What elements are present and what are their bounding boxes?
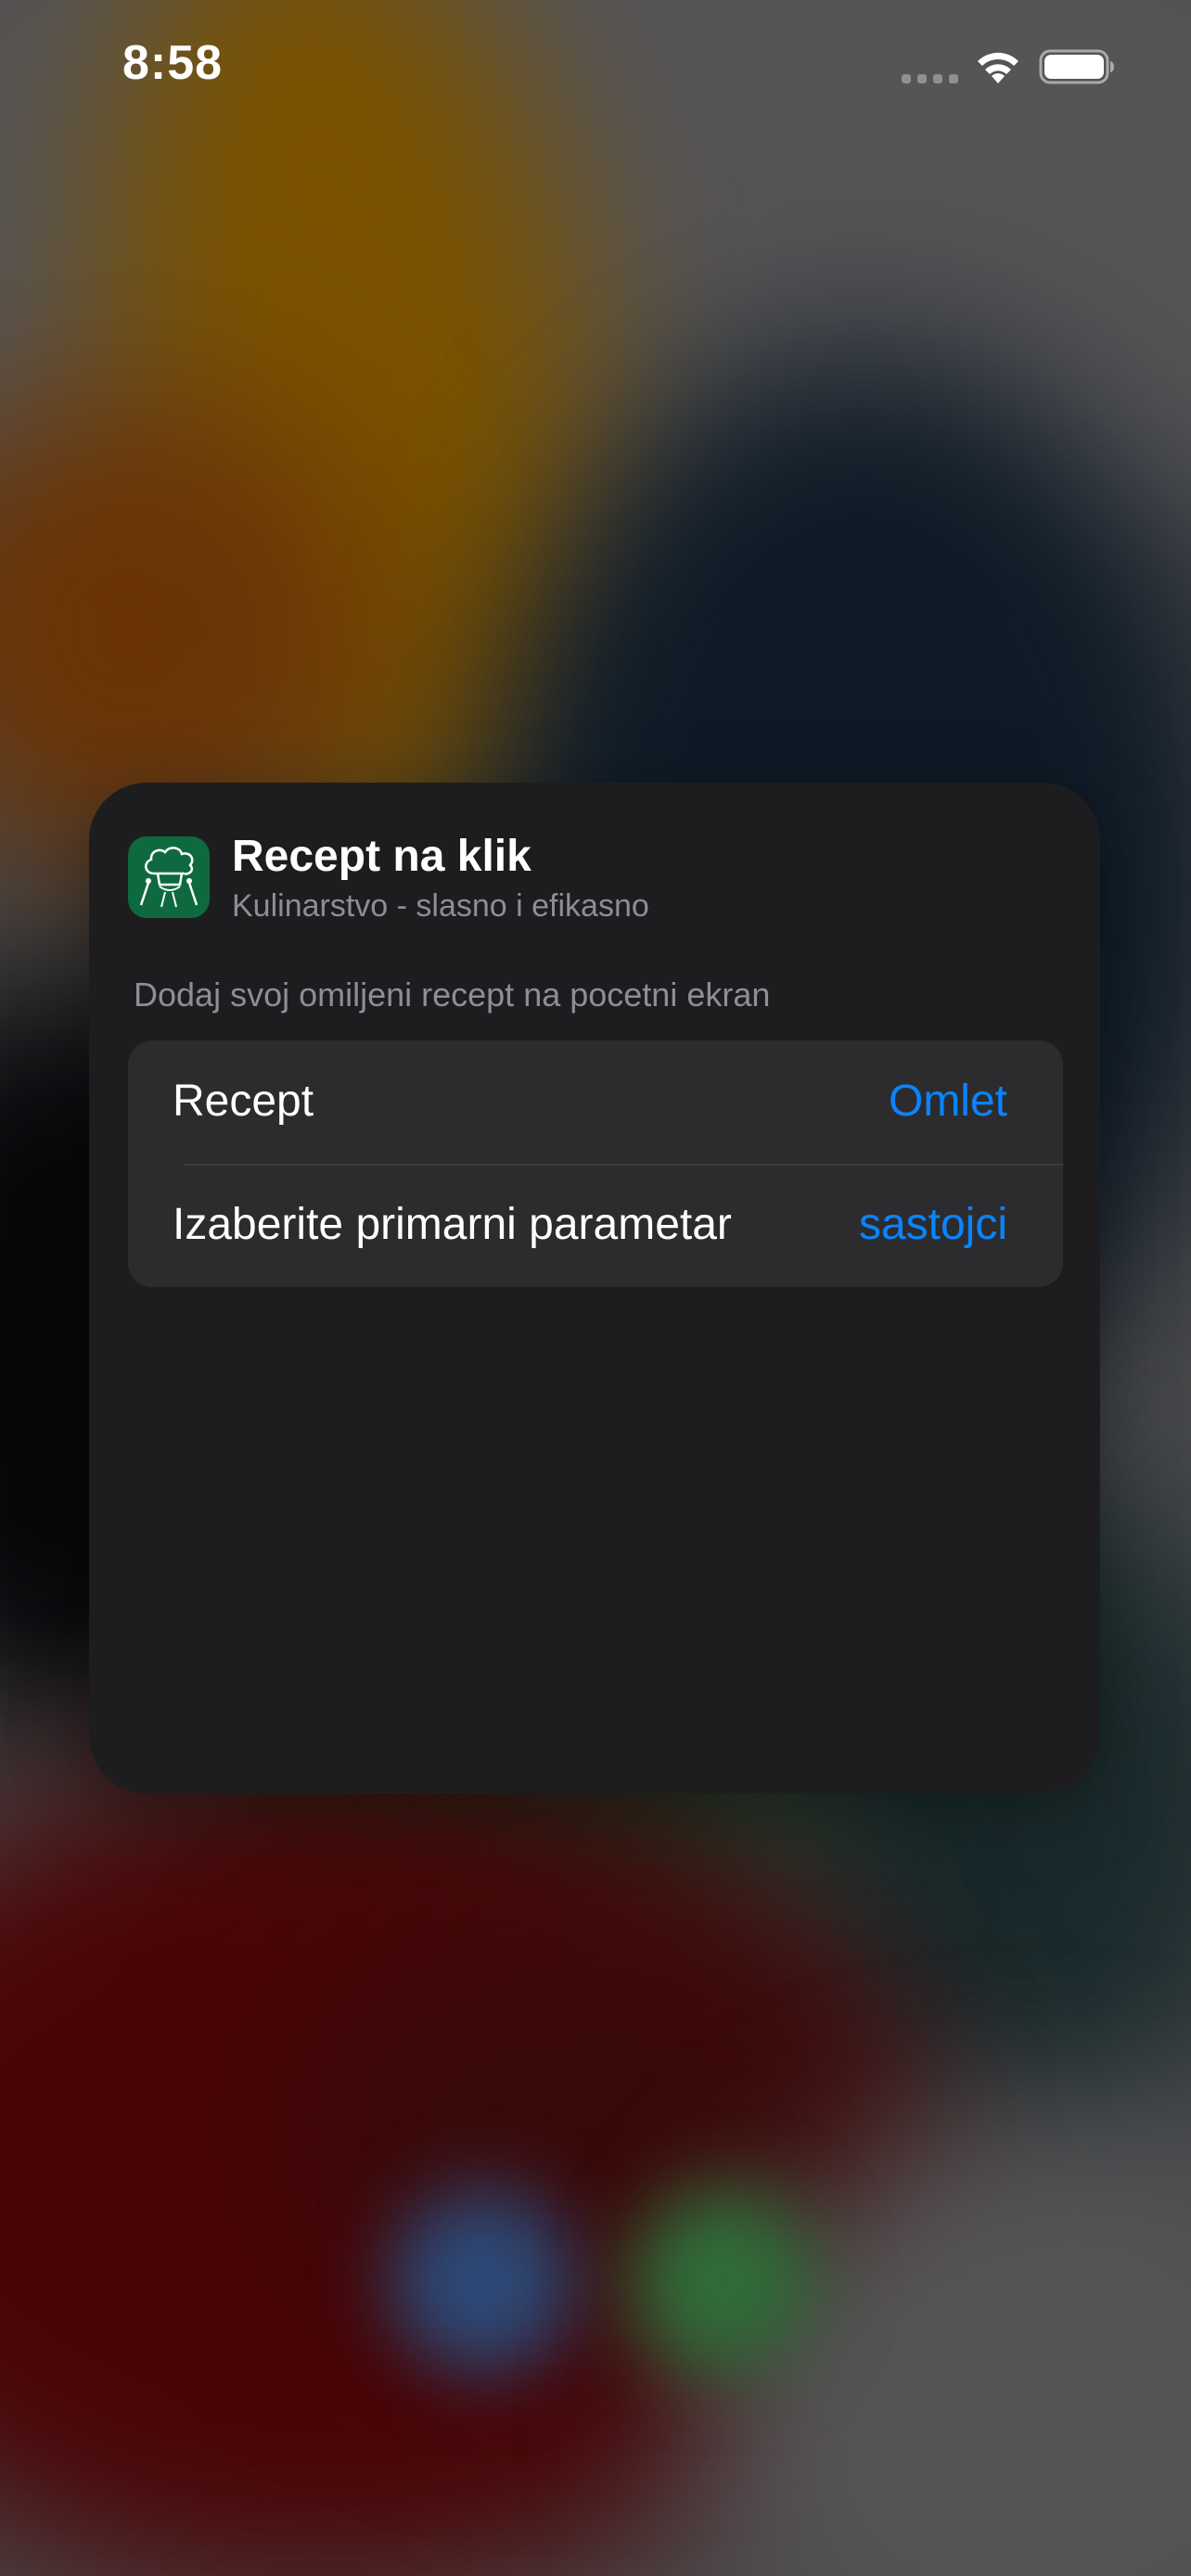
- chef-hat-icon: [128, 836, 210, 918]
- parameter-list: Recept Omlet Izaberite primarni parameta…: [128, 1040, 1063, 1287]
- param-value-button[interactable]: Omlet: [889, 1076, 1007, 1127]
- param-value-button[interactable]: sastojci: [859, 1199, 1007, 1250]
- battery-icon: [1039, 49, 1114, 84]
- app-name: Recept na klik: [232, 832, 531, 881]
- status-time: 8:58: [122, 36, 224, 90]
- widget-config-panel: Recept na klik Kulinarstvo - slasno i ef…: [89, 783, 1100, 1793]
- screen: 8:58 Recept na klik Kulinarstvo - slasno…: [0, 0, 1191, 2576]
- wifi-icon: [978, 52, 1018, 83]
- param-label: Recept: [173, 1077, 314, 1126]
- app-subtitle: Kulinarstvo - slasno i efikasno: [232, 888, 649, 924]
- signal-dots-icon: [902, 74, 958, 83]
- status-bar: 8:58: [0, 0, 1191, 130]
- param-row-primary-parameter[interactable]: Izaberite primarni parametar sastojci: [128, 1164, 1063, 1287]
- param-label: Izaberite primarni parametar: [173, 1200, 732, 1249]
- widget-description: Dodaj svoj omiljeni recept na pocetni ek…: [134, 976, 771, 1014]
- param-row-recept[interactable]: Recept Omlet: [128, 1040, 1063, 1164]
